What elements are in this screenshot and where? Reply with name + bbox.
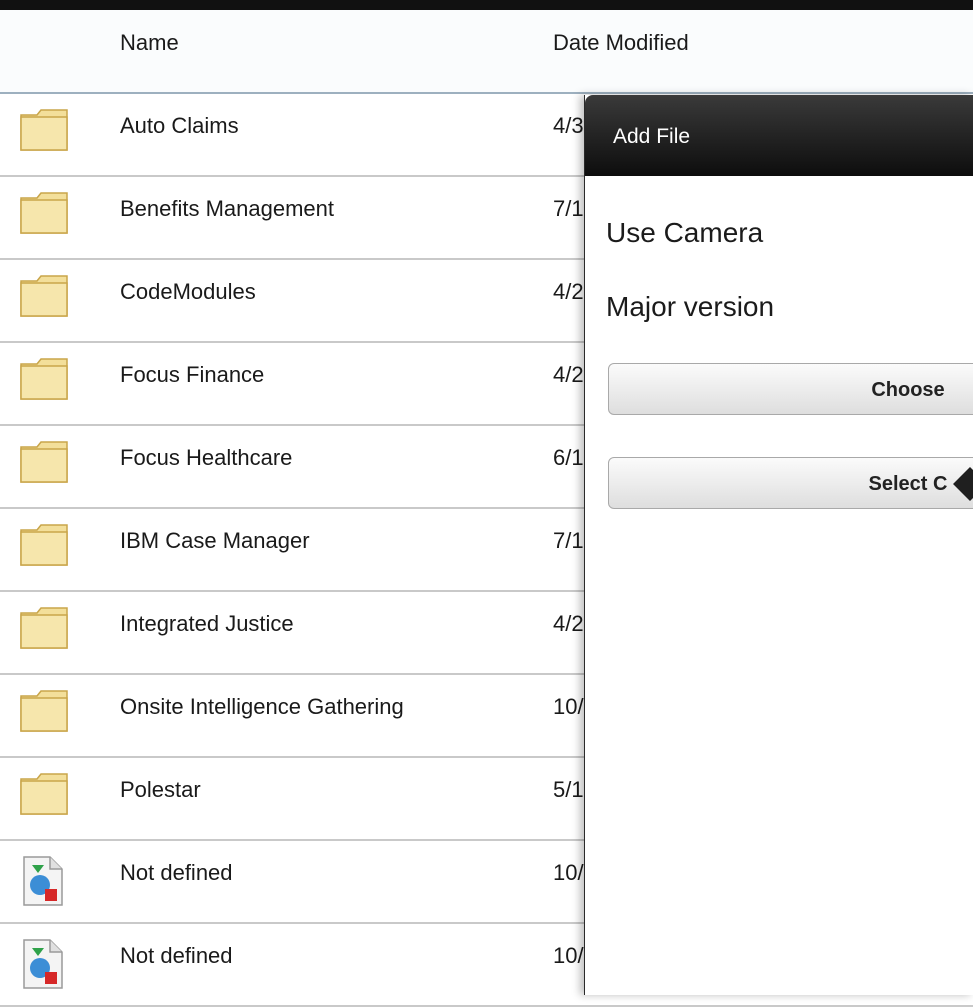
folder-icon — [0, 592, 108, 673]
popover-title: Add File — [613, 125, 691, 148]
date-modified: 4/2 — [553, 279, 584, 304]
file-name[interactable]: Onsite Intelligence Gathering — [120, 675, 404, 756]
folder-icon — [0, 177, 108, 258]
date-modified: 10/ — [553, 860, 584, 885]
date-modified: 4/2 — [553, 611, 584, 636]
folder-icon — [0, 675, 108, 756]
file-name[interactable]: Not defined — [120, 841, 233, 922]
folder-icon — [0, 758, 108, 839]
major-version-option[interactable]: Major version — [606, 291, 774, 323]
date-modified: 10/ — [553, 694, 584, 719]
date-modified: 4/2 — [553, 362, 584, 387]
top-border — [0, 0, 973, 10]
choose-button-label: Choose — [871, 379, 945, 401]
add-file-popover: Add File Use Camera Major version Choose… — [584, 95, 973, 995]
file-name[interactable]: CodeModules — [120, 260, 256, 341]
date-modified: 4/3 — [553, 113, 584, 138]
file-name[interactable]: Focus Healthcare — [120, 426, 292, 507]
folder-icon — [0, 260, 108, 341]
date-modified: 5/1 — [553, 777, 584, 802]
folder-icon — [0, 509, 108, 590]
select-button[interactable]: Select C — [608, 457, 973, 509]
folder-icon — [0, 343, 108, 424]
date-modified: 7/1 — [553, 196, 584, 221]
document-icon — [0, 841, 108, 922]
folder-icon — [0, 94, 108, 175]
choose-button[interactable]: Choose — [608, 363, 973, 415]
folder-icon — [0, 426, 108, 507]
popover-header: Add File — [585, 95, 973, 176]
table-header: Name Date Modified — [0, 10, 973, 94]
icon-column-header — [0, 10, 108, 92]
file-name[interactable]: IBM Case Manager — [120, 509, 310, 590]
file-name[interactable]: Polestar — [120, 758, 201, 839]
file-name[interactable]: Not defined — [120, 924, 233, 1005]
date-modified: 7/1 — [553, 528, 584, 553]
date-modified-column-header[interactable]: Date Modified — [553, 10, 689, 92]
document-icon — [0, 924, 108, 1005]
date-modified: 10/ — [553, 943, 584, 968]
file-name[interactable]: Benefits Management — [120, 177, 334, 258]
file-name[interactable]: Integrated Justice — [120, 592, 294, 673]
file-name[interactable]: Focus Finance — [120, 343, 264, 424]
date-modified: 6/1 — [553, 445, 584, 470]
name-column-header[interactable]: Name — [120, 10, 179, 92]
use-camera-option[interactable]: Use Camera — [606, 217, 763, 249]
file-name[interactable]: Auto Claims — [120, 94, 239, 175]
select-button-label: Select C — [868, 473, 948, 495]
